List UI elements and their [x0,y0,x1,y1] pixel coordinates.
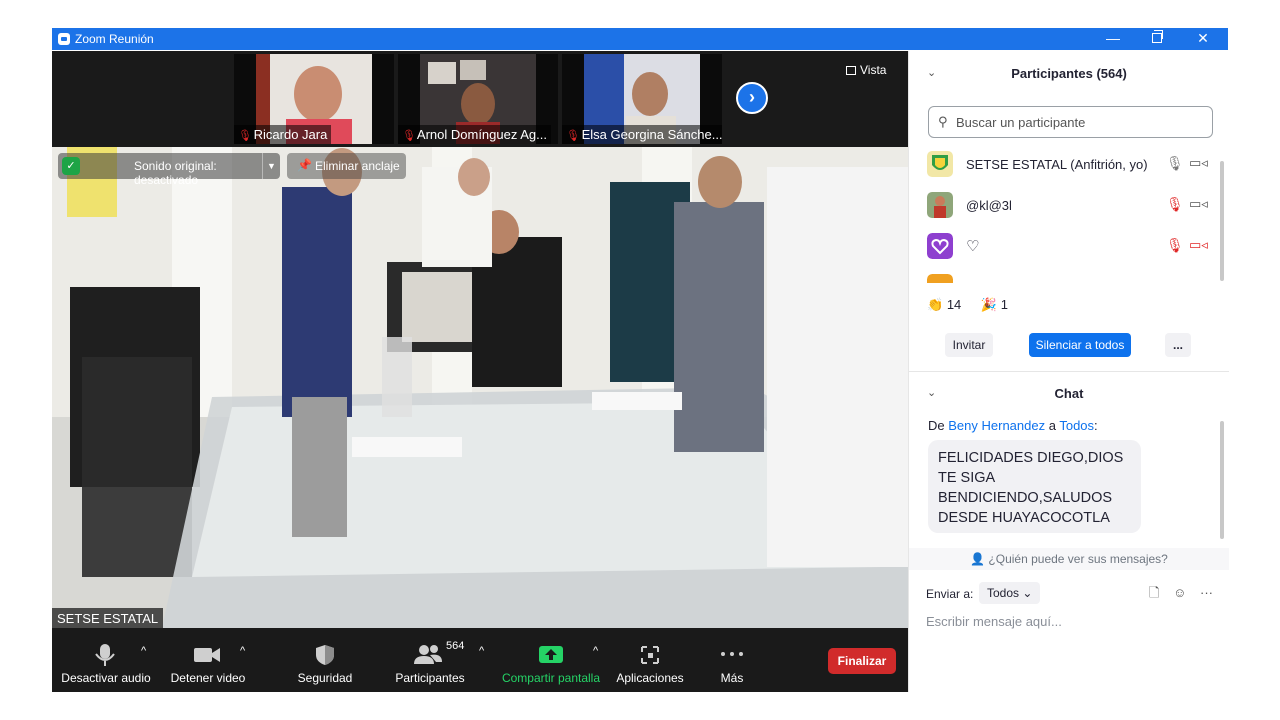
stop-video-button[interactable]: Detener video [162,628,254,692]
zoom-camera-icon [58,33,70,45]
video-camera-icon[interactable]: ▭◃ [1189,155,1208,171]
participant-avatar [927,274,953,283]
video-off-icon[interactable]: ▭◃ [1189,237,1208,253]
chevron-down-icon[interactable]: ▼ [262,153,280,179]
zoom-window: Zoom Reunión — ✕ 🎙 Ricardo Jara 🎙 Arnol … [52,28,1229,692]
participant-thumbnail[interactable]: 🎙 Arnol Domínguez Ag... [398,54,558,144]
thumbnail-name-label: 🎙 Elsa Georgina Sánche... [562,125,722,144]
send-to-label: Enviar a: [926,587,974,601]
participant-row[interactable]: ♡ 🎙 ▭◃ [909,229,1221,270]
side-panel: ⌄ Participantes (564) ⚲ Buscar un partic… [908,51,1229,692]
share-options-chevron-icon[interactable]: ^ [593,645,598,657]
participants-more-button[interactable]: ... [1165,333,1191,357]
participants-button[interactable]: Participantes [390,628,470,692]
more-button[interactable]: Más [708,628,756,692]
video-camera-icon[interactable]: ▭◃ [1189,196,1208,212]
party-popper-icon: 🎉 1 [980,297,1008,312]
active-speaker-video: ✓ Sonido original: desactivado ▼ 📌 Elimi… [52,147,908,628]
chat-recipient-link[interactable]: Todos [1059,418,1094,433]
share-screen-icon [539,646,563,663]
microphone-icon[interactable]: 🎙 [1166,155,1184,172]
window-title: Zoom Reunión [75,32,154,46]
unpin-button[interactable]: 📌 Eliminar anclaje [287,153,406,179]
participants-options-chevron-icon[interactable]: ^ [479,645,484,657]
pin-icon: 📌 [297,158,312,172]
send-to-dropdown[interactable]: Todos ⌄ [979,582,1041,604]
muted-mic-icon[interactable]: 🎙 [1166,237,1184,254]
minimize-button[interactable]: — [1090,28,1136,50]
restore-icon [1152,30,1163,43]
invite-button[interactable]: Invitar [945,333,993,357]
participant-avatar [927,192,953,218]
meeting-area: 🎙 Ricardo Jara 🎙 Arnol Domínguez Ag... 🎙… [52,51,908,692]
mute-all-button[interactable]: Silenciar a todos [1029,333,1131,357]
file-icon[interactable]: 🗋 [1149,585,1159,600]
emoji-icon[interactable]: ☺ [1173,585,1186,600]
participant-row[interactable] [909,270,1221,283]
chevron-down-icon: ⌄ [1022,586,1033,600]
view-button[interactable]: Vista [846,63,886,77]
muted-mic-icon: 🎙 [402,130,416,142]
chat-message-meta: De Beny Hernandez a Todos: [928,418,1098,433]
apps-button[interactable]: Aplicaciones [612,628,688,692]
participant-search-input[interactable]: ⚲ Buscar un participante [928,106,1213,138]
chat-scrollbar[interactable] [1220,421,1224,539]
chat-message-input[interactable]: Escribir mensaje aquí... [926,614,1062,629]
section-divider [909,371,1229,372]
encryption-shield-icon: ✓ [62,157,80,175]
participant-list: SETSE ESTATAL (Anfitrión, yo) 🎙 ▭◃ @kl@3… [909,147,1221,283]
original-sound-label: Sonido original: desactivado [134,159,217,187]
end-meeting-button[interactable]: Finalizar [828,648,896,674]
reactions-summary: 👏 14 🎉 1 [927,297,1024,313]
chat-tools: 🗋 ☺ ··· [1149,584,1223,606]
person-lock-icon: 👤 [970,552,986,566]
speaker-video-frame [52,147,908,628]
speaker-name-label: SETSE ESTATAL [52,608,164,628]
muted-mic-icon: 🎙 [238,130,252,142]
participant-row[interactable]: @kl@3l 🎙 ▭◃ [909,188,1221,229]
participants-header: ⌄ Participantes (564) [927,66,1127,81]
more-dots-icon[interactable]: ··· [1200,585,1213,600]
maximize-button[interactable] [1134,28,1180,50]
audio-options-chevron-icon[interactable]: ^ [141,645,146,657]
muted-mic-icon[interactable]: 🎙 [1166,196,1184,213]
chat-header: ⌄ Chat [927,386,1084,401]
thumbnail-strip: 🎙 Ricardo Jara 🎙 Arnol Domínguez Ag... 🎙… [52,51,908,147]
meeting-toolbar: Desactivar audio ^ Detener video ^ Segur… [52,628,908,692]
apps-icon [641,646,659,664]
share-screen-button[interactable]: Compartir pantalla [498,628,604,692]
collapse-chevron-icon[interactable]: ⌄ [927,386,936,399]
clapping-hands-icon: 👏 14 [927,297,962,312]
participant-thumbnail[interactable]: 🎙 Elsa Georgina Sánche... [562,54,722,144]
grid-view-icon [846,66,856,75]
original-sound-toggle[interactable]: ✓ Sonido original: desactivado ▼ [58,153,280,187]
participant-avatar [927,151,953,177]
shield-icon [316,645,334,665]
security-button[interactable]: Seguridad [284,628,366,692]
muted-mic-icon: 🎙 [566,130,580,142]
video-options-chevron-icon[interactable]: ^ [240,645,245,657]
participant-list-scrollbar[interactable] [1220,161,1224,281]
close-button[interactable]: ✕ [1180,28,1226,50]
thumbnail-name-label: 🎙 Arnol Domínguez Ag... [398,125,551,144]
more-dots-icon [721,652,743,656]
participant-thumbnail[interactable]: 🎙 Ricardo Jara [234,54,394,144]
participant-row[interactable]: SETSE ESTATAL (Anfitrión, yo) 🎙 ▭◃ [909,147,1221,188]
chat-message-bubble: FELICIDADES DIEGO,DIOS TE SIGA BENDICIEN… [928,440,1141,533]
thumbnail-name-label: 🎙 Ricardo Jara [234,125,332,144]
chat-sender-link[interactable]: Beny Hernandez [948,418,1045,433]
collapse-chevron-icon[interactable]: ⌄ [927,66,936,79]
next-page-button[interactable]: › [736,82,768,114]
search-icon: ⚲ [938,114,948,129]
participant-avatar [927,233,953,259]
participants-count-badge: 564 [446,640,465,652]
mute-button[interactable]: Desactivar audio [58,628,154,692]
who-can-see-link[interactable]: 👤 ¿Quién puede ver sus mensajes? [909,548,1229,570]
microphone-icon [95,644,115,666]
title-bar: Zoom Reunión — ✕ [52,28,1228,50]
